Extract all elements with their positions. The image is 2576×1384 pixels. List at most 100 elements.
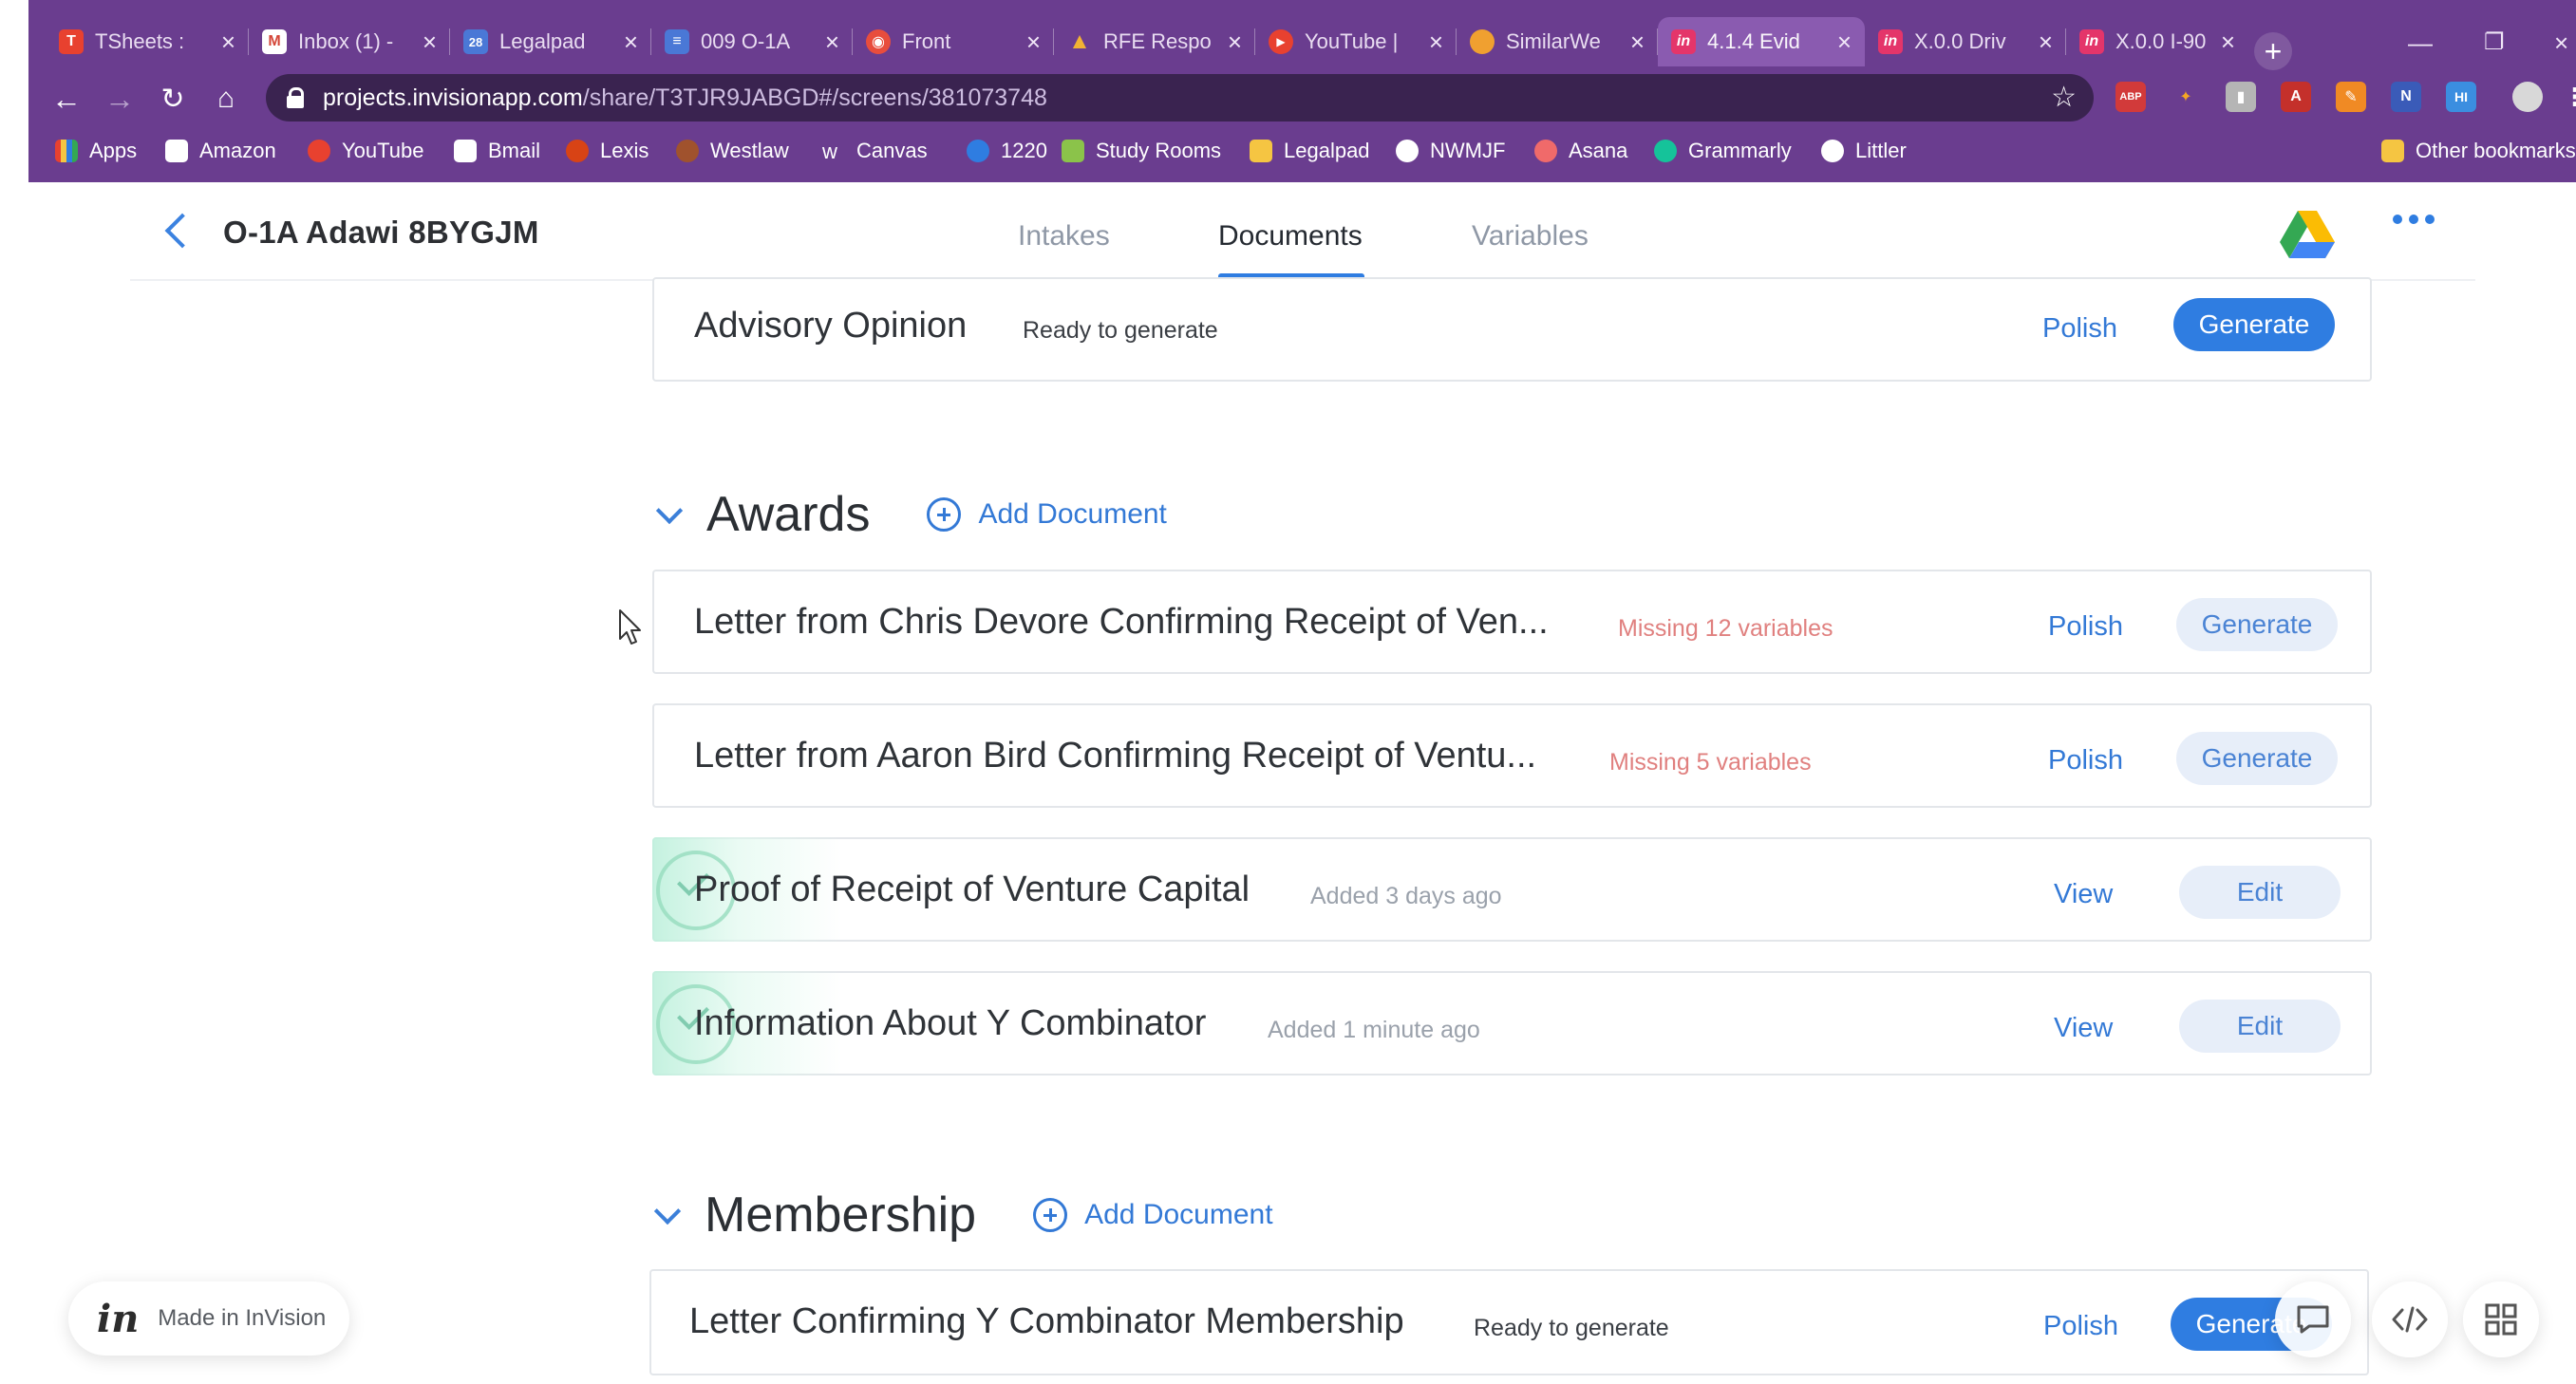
add-document-button[interactable]: Add Document (1084, 1199, 1272, 1231)
close-icon[interactable]: × (423, 28, 437, 57)
bookmark-bmail[interactable]: Bmail (454, 139, 540, 163)
close-icon[interactable]: × (825, 28, 839, 57)
add-circle-icon[interactable] (1033, 1198, 1068, 1232)
close-icon[interactable]: × (624, 28, 638, 57)
home-icon[interactable]: ⌂ (207, 80, 245, 118)
back-chevron-icon[interactable] (159, 209, 193, 254)
bookmark-legalpad[interactable]: Legalpad (1250, 139, 1370, 163)
bookmark-label: Asana (1569, 139, 1628, 162)
new-tab-button[interactable]: + (2254, 32, 2292, 70)
browser-tab[interactable]: in X.0.0 I-90 × (2066, 17, 2248, 66)
bookmark-1220[interactable]: 1220 (967, 139, 1047, 163)
close-icon[interactable]: × (2221, 28, 2235, 57)
bookmark-other[interactable]: Other bookmarks (2381, 139, 2576, 163)
window-close-icon[interactable]: × (2554, 28, 2568, 58)
browser-tab[interactable]: ◉ Front × (853, 17, 1054, 66)
bookmark-westlaw[interactable]: Westlaw (676, 139, 789, 163)
view-link[interactable]: View (2054, 1013, 2113, 1044)
browser-tab[interactable]: M Inbox (1) - × (249, 17, 450, 66)
westlaw-icon (676, 140, 699, 162)
polish-link[interactable]: Polish (2043, 1311, 2118, 1342)
app-header: O-1A Adawi 8BYGJM Intakes Documents Vari… (130, 182, 2475, 281)
minimize-icon[interactable]: — (2408, 28, 2433, 58)
made-in-invision-badge[interactable]: in Made in InVision (68, 1281, 349, 1356)
extension-icon[interactable]: ✎ (2336, 82, 2366, 112)
bookmark-label: Apps (89, 139, 138, 162)
browser-tab[interactable]: SimilarWe × (1457, 17, 1658, 66)
bookmark-star-icon[interactable]: ☆ (2051, 81, 2077, 114)
bookmark-youtube[interactable]: YouTube (308, 139, 423, 163)
bookmark-asana[interactable]: Asana (1534, 139, 1627, 163)
polish-link[interactable]: Polish (2048, 745, 2123, 776)
close-icon[interactable]: × (1429, 28, 1443, 57)
close-icon[interactable]: × (2039, 28, 2053, 57)
extension-icon[interactable]: ✦ (2171, 82, 2201, 112)
generate-button[interactable]: Generate (2176, 732, 2338, 785)
close-icon[interactable]: × (1026, 28, 1041, 57)
pdf-extension-icon[interactable]: A (2281, 82, 2311, 112)
chevron-down-icon[interactable] (653, 1202, 680, 1228)
document-name: Letter from Aaron Bird Confirming Receip… (694, 736, 1537, 776)
extension-icon[interactable]: N (2391, 82, 2421, 112)
generate-button[interactable]: Generate (2176, 598, 2338, 651)
bookmark-label: Other bookmarks (2416, 139, 2576, 162)
document-card: Letter from Chris Devore Confirming Rece… (652, 570, 2372, 674)
browser-tab[interactable]: T TSheets : × (46, 17, 249, 66)
bookmark-amazon[interactable]: Amazon (165, 139, 276, 163)
asana-icon (1534, 140, 1557, 162)
add-document-button[interactable]: Add Document (978, 498, 1166, 531)
edit-button[interactable]: Edit (2179, 866, 2341, 919)
comments-icon[interactable] (2275, 1281, 2351, 1357)
calendar-icon: 28 (463, 29, 488, 54)
polish-link[interactable]: Polish (2042, 313, 2117, 345)
amazon-icon (165, 140, 188, 162)
browser-tab[interactable]: ▶ YouTube | × (1255, 17, 1457, 66)
close-icon[interactable]: × (221, 28, 235, 57)
browser-tab-active[interactable]: in 4.1.4 Evid × (1658, 17, 1865, 66)
tab-title: RFE Respo (1103, 29, 1212, 53)
menu-kebab-icon[interactable]: ⋮ (2560, 82, 2576, 112)
bookmark-grammarly[interactable]: Grammarly (1654, 139, 1792, 163)
add-circle-icon[interactable] (927, 497, 962, 532)
browser-tab[interactable]: in X.0.0 Driv × (1865, 17, 2066, 66)
adblock-extension-icon[interactable]: ABP (2115, 82, 2146, 112)
chevron-down-icon[interactable] (655, 501, 682, 528)
tab-variables[interactable]: Variables (1472, 220, 1589, 252)
document-status: Missing 12 variables (1618, 615, 1833, 642)
back-arrow-icon[interactable]: ← (47, 80, 85, 118)
extension-icon[interactable]: ▮ (2226, 82, 2256, 112)
bookmark-canvas[interactable]: w Canvas (822, 139, 928, 163)
tab-documents[interactable]: Documents (1218, 220, 1363, 252)
bookmark-littler[interactable]: Littler (1821, 139, 1907, 163)
profile-avatar-icon[interactable] (2512, 82, 2543, 112)
bookmark-nwmjf[interactable]: NWMJF (1396, 139, 1505, 163)
bookmark-label: Littler (1855, 139, 1907, 162)
close-icon[interactable]: × (1630, 28, 1645, 57)
view-link[interactable]: View (2054, 879, 2113, 910)
document-status: Missing 5 variables (1609, 749, 1812, 776)
tab-intakes[interactable]: Intakes (1018, 220, 1110, 252)
grid-view-icon[interactable] (2463, 1281, 2539, 1357)
reload-icon[interactable]: ↻ (154, 80, 192, 118)
restore-icon[interactable]: ❐ (2484, 28, 2505, 56)
bookmark-study-rooms[interactable]: Study Rooms (1062, 139, 1221, 163)
generate-button[interactable]: Generate (2173, 298, 2335, 351)
forward-arrow-icon[interactable]: → (101, 80, 139, 118)
close-icon[interactable]: × (1837, 28, 1852, 57)
google-drive-icon[interactable] (2280, 211, 2335, 258)
bookmark-lexis[interactable]: Lexis (566, 139, 649, 163)
browser-tab[interactable]: ≡ 009 O-1A × (651, 17, 853, 66)
close-icon[interactable]: × (1228, 28, 1242, 57)
browser-tab[interactable]: ▲ RFE Respo × (1054, 17, 1255, 66)
folder-icon (2381, 140, 2404, 162)
browser-tab[interactable]: 28 Legalpad × (450, 17, 651, 66)
more-options-icon[interactable] (2393, 215, 2435, 224)
address-bar[interactable]: projects.invisionapp.com/share/T3TJR9JAB… (266, 74, 2094, 122)
globe-icon (1396, 140, 1419, 162)
edit-button[interactable]: Edit (2179, 1000, 2341, 1053)
polish-link[interactable]: Polish (2048, 611, 2123, 643)
extension-icon[interactable]: HI (2446, 82, 2476, 112)
bookmark-apps[interactable]: Apps (55, 139, 137, 163)
code-inspect-icon[interactable] (2372, 1281, 2448, 1357)
tab-title: X.0.0 Driv (1914, 29, 2006, 53)
